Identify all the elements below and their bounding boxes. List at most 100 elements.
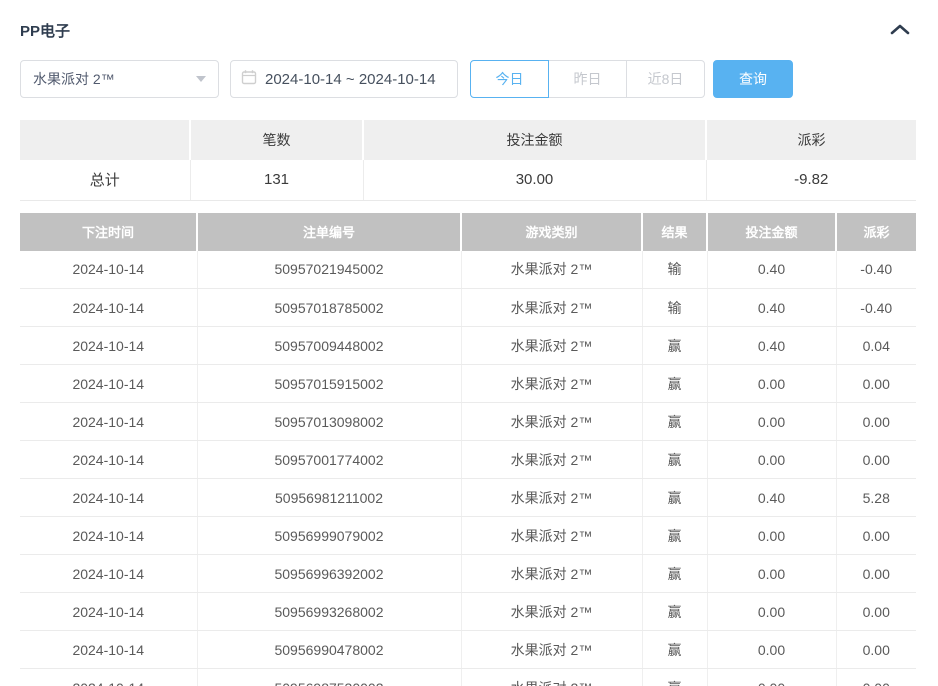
last-8-days-button[interactable]: 近8日 bbox=[626, 60, 705, 98]
bet-id-cell: 50956987530002 bbox=[197, 669, 461, 686]
game-type-cell: 水果派对 2™ bbox=[461, 479, 642, 517]
result-cell: 赢 bbox=[642, 365, 707, 403]
panel-header: PP电子 bbox=[20, 18, 916, 42]
game-type-cell: 水果派对 2™ bbox=[461, 365, 642, 403]
bet-id-cell: 50957018785002 bbox=[197, 289, 461, 327]
game-select[interactable]: 水果派对 2™ bbox=[20, 60, 219, 98]
bet-amount-cell: 0.40 bbox=[707, 289, 836, 327]
bet-amount-cell: 0.40 bbox=[707, 479, 836, 517]
bet-amount-cell: 0.00 bbox=[707, 555, 836, 593]
summary-table: 笔数 投注金额 派彩 总计 131 30.00 -9.82 bbox=[20, 120, 916, 201]
bet-id-cell: 50957013098002 bbox=[197, 403, 461, 441]
bet-amount-cell: 0.00 bbox=[707, 365, 836, 403]
table-row: 2024-10-14 50956999079002 水果派对 2™ 赢 0.00… bbox=[20, 517, 916, 555]
result-cell: 输 bbox=[642, 289, 707, 327]
table-row: 2024-10-14 50957001774002 水果派对 2™ 赢 0.00… bbox=[20, 441, 916, 479]
bet-time-cell: 2024-10-14 bbox=[20, 669, 197, 686]
date-range-value: 2024-10-14 ~ 2024-10-14 bbox=[265, 71, 436, 88]
bet-id-cell: 50957021945002 bbox=[197, 251, 461, 289]
game-select-value: 水果派对 2™ bbox=[33, 69, 115, 89]
bet-id-cell: 50956993268002 bbox=[197, 593, 461, 631]
result-cell: 赢 bbox=[642, 631, 707, 669]
summary-total-row: 总计 131 30.00 -9.82 bbox=[20, 160, 916, 200]
bet-time-cell: 2024-10-14 bbox=[20, 555, 197, 593]
summary-total-label: 总计 bbox=[20, 160, 190, 200]
collapse-button[interactable] bbox=[884, 21, 916, 40]
col-bet-time: 下注时间 bbox=[20, 213, 197, 251]
col-bet-amount: 投注金额 bbox=[707, 213, 836, 251]
result-cell: 赢 bbox=[642, 327, 707, 365]
bet-id-cell: 50956990478002 bbox=[197, 631, 461, 669]
bet-time-cell: 2024-10-14 bbox=[20, 365, 197, 403]
payout-cell: 0.04 bbox=[836, 327, 916, 365]
page-title: PP电子 bbox=[20, 20, 70, 41]
summary-col-payout: 派彩 bbox=[706, 120, 916, 160]
bet-time-cell: 2024-10-14 bbox=[20, 441, 197, 479]
summary-col-bet-amount: 投注金额 bbox=[363, 120, 706, 160]
bet-amount-cell: 0.40 bbox=[707, 327, 836, 365]
bet-amount-cell: 0.00 bbox=[707, 441, 836, 479]
summary-count-value: 131 bbox=[190, 160, 363, 200]
col-payout: 派彩 bbox=[836, 213, 916, 251]
filter-bar: 水果派对 2™ 2024-10-14 ~ 2024-10-14 今日 昨日 近8… bbox=[20, 60, 916, 98]
chevron-down-icon bbox=[196, 76, 206, 82]
result-cell: 赢 bbox=[642, 517, 707, 555]
bet-time-cell: 2024-10-14 bbox=[20, 251, 197, 289]
bet-time-cell: 2024-10-14 bbox=[20, 289, 197, 327]
calendar-icon bbox=[241, 69, 257, 89]
payout-cell: 5.28 bbox=[836, 479, 916, 517]
bet-time-cell: 2024-10-14 bbox=[20, 403, 197, 441]
result-cell: 赢 bbox=[642, 593, 707, 631]
bet-amount-cell: 0.00 bbox=[707, 593, 836, 631]
quick-date-buttons: 今日 昨日 近8日 bbox=[470, 60, 705, 98]
summary-col-count: 笔数 bbox=[190, 120, 363, 160]
summary-payout-value: -9.82 bbox=[706, 160, 916, 200]
payout-cell: 0.00 bbox=[836, 555, 916, 593]
game-type-cell: 水果派对 2™ bbox=[461, 441, 642, 479]
summary-bet-amount-value: 30.00 bbox=[363, 160, 706, 200]
bet-table-header-row: 下注时间 注单编号 游戏类别 结果 投注金额 派彩 bbox=[20, 213, 916, 251]
game-type-cell: 水果派对 2™ bbox=[461, 517, 642, 555]
bet-id-cell: 50957009448002 bbox=[197, 327, 461, 365]
bet-time-cell: 2024-10-14 bbox=[20, 327, 197, 365]
summary-header-row: 笔数 投注金额 派彩 bbox=[20, 120, 916, 160]
bet-id-cell: 50957001774002 bbox=[197, 441, 461, 479]
table-row: 2024-10-14 50956990478002 水果派对 2™ 赢 0.00… bbox=[20, 631, 916, 669]
payout-cell: 0.00 bbox=[836, 517, 916, 555]
table-row: 2024-10-14 50957013098002 水果派对 2™ 赢 0.00… bbox=[20, 403, 916, 441]
result-cell: 赢 bbox=[642, 441, 707, 479]
payout-cell: -0.40 bbox=[836, 289, 916, 327]
table-row: 2024-10-14 50956996392002 水果派对 2™ 赢 0.00… bbox=[20, 555, 916, 593]
yesterday-button[interactable]: 昨日 bbox=[548, 60, 627, 98]
result-cell: 输 bbox=[642, 251, 707, 289]
col-result: 结果 bbox=[642, 213, 707, 251]
payout-cell: 0.00 bbox=[836, 403, 916, 441]
bet-id-cell: 50956999079002 bbox=[197, 517, 461, 555]
payout-cell: 0.00 bbox=[836, 365, 916, 403]
game-type-cell: 水果派对 2™ bbox=[461, 669, 642, 686]
game-type-cell: 水果派对 2™ bbox=[461, 593, 642, 631]
game-type-cell: 水果派对 2™ bbox=[461, 251, 642, 289]
col-game-type: 游戏类别 bbox=[461, 213, 642, 251]
payout-cell: 0.00 bbox=[836, 593, 916, 631]
payout-cell: -0.40 bbox=[836, 251, 916, 289]
chevron-up-icon bbox=[890, 23, 910, 38]
payout-cell: 0.00 bbox=[836, 669, 916, 686]
query-button[interactable]: 查询 bbox=[713, 60, 793, 98]
result-cell: 赢 bbox=[642, 479, 707, 517]
table-row: 2024-10-14 50956993268002 水果派对 2™ 赢 0.00… bbox=[20, 593, 916, 631]
summary-col-blank bbox=[20, 120, 190, 160]
today-button[interactable]: 今日 bbox=[470, 60, 549, 98]
panel: PP电子 水果派对 2™ 2024-10-14 ~ 2024-10-14 今日 … bbox=[0, 0, 938, 686]
bet-amount-cell: 0.40 bbox=[707, 251, 836, 289]
date-range-input[interactable]: 2024-10-14 ~ 2024-10-14 bbox=[230, 60, 458, 98]
game-type-cell: 水果派对 2™ bbox=[461, 327, 642, 365]
game-type-cell: 水果派对 2™ bbox=[461, 289, 642, 327]
bet-amount-cell: 0.00 bbox=[707, 631, 836, 669]
bet-amount-cell: 0.00 bbox=[707, 517, 836, 555]
col-bet-id: 注单编号 bbox=[197, 213, 461, 251]
table-row: 2024-10-14 50957018785002 水果派对 2™ 输 0.40… bbox=[20, 289, 916, 327]
payout-cell: 0.00 bbox=[836, 441, 916, 479]
game-type-cell: 水果派对 2™ bbox=[461, 555, 642, 593]
table-row: 2024-10-14 50957021945002 水果派对 2™ 输 0.40… bbox=[20, 251, 916, 289]
